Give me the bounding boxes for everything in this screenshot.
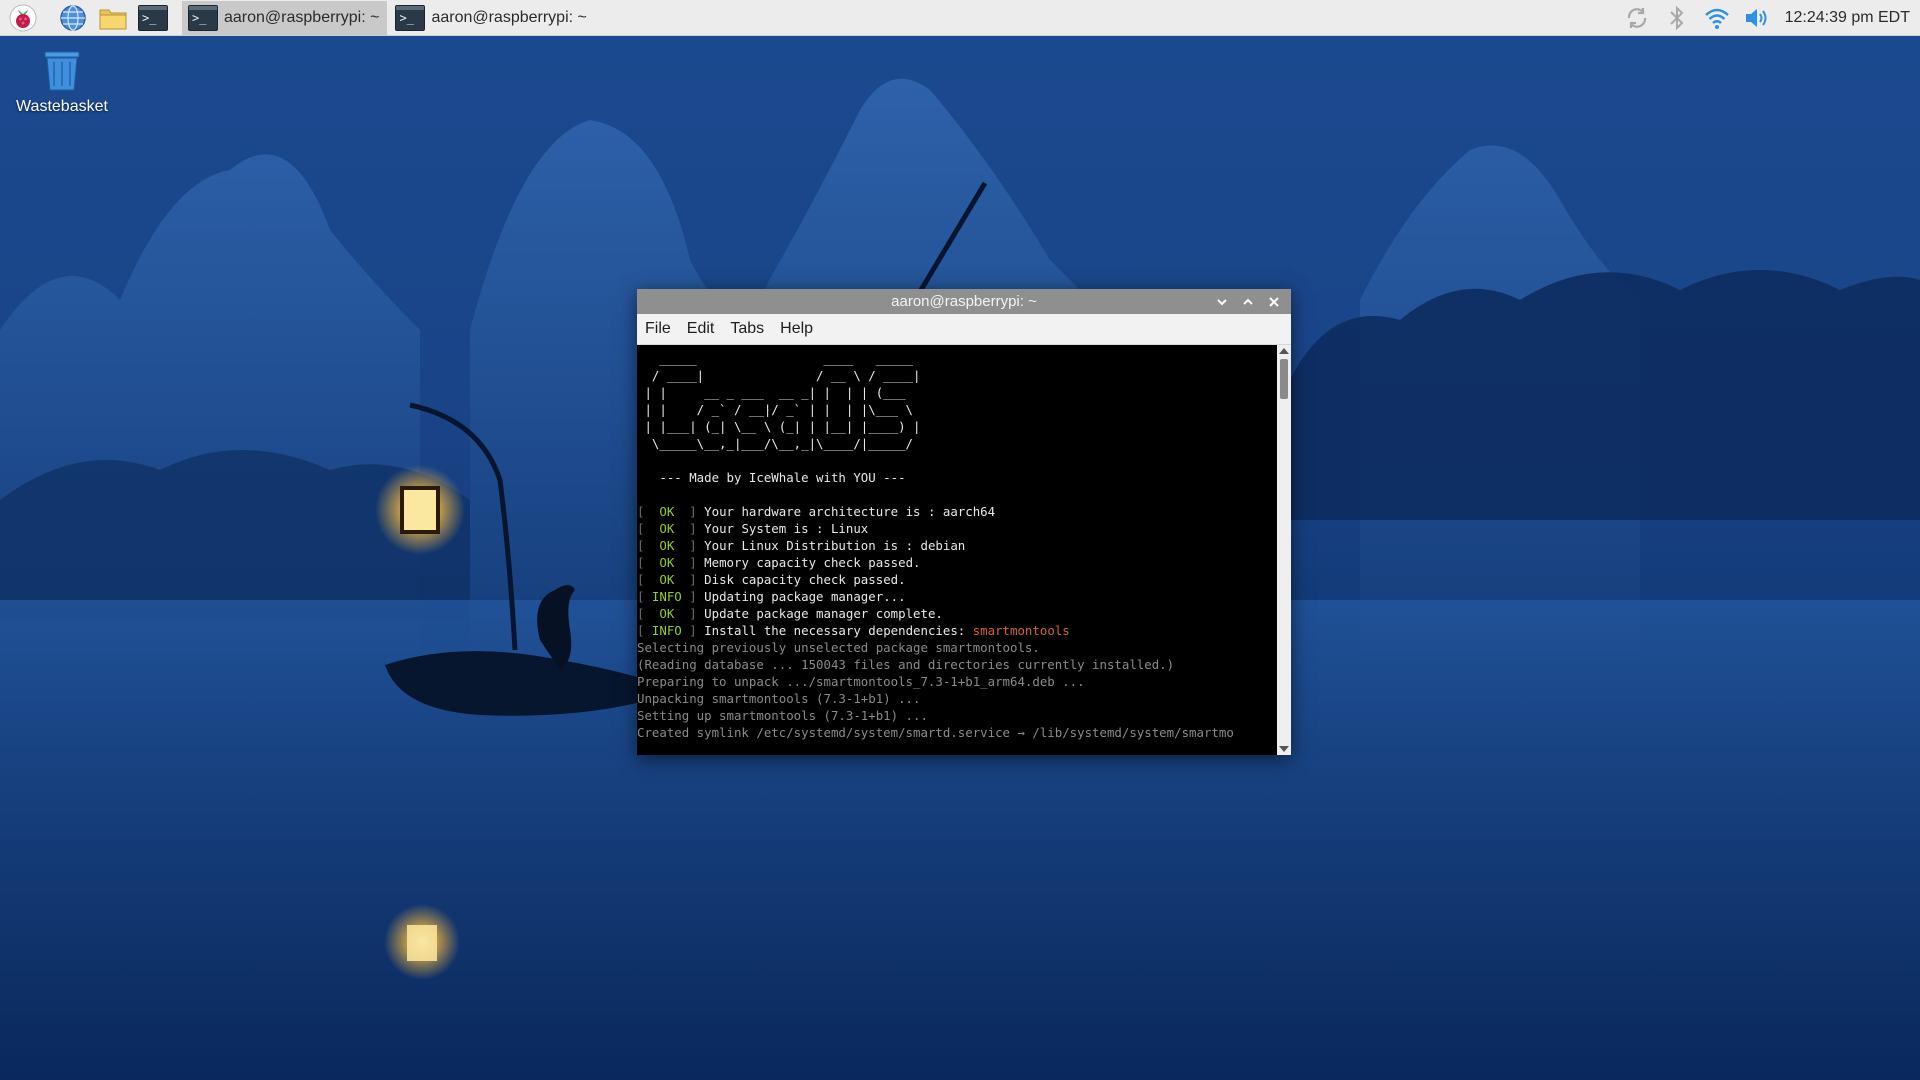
log-lines: Selecting previously unselected package … <box>637 639 1277 741</box>
status-line: [ OK ] Your System is : Linux <box>637 521 869 536</box>
menu-file[interactable]: File <box>645 320 671 338</box>
terminal-icon: >_ <box>138 4 168 31</box>
bluetooth-button[interactable] <box>1657 0 1697 36</box>
window-menubar: File Edit Tabs Help <box>637 314 1291 345</box>
wastebasket-icon <box>44 51 80 91</box>
status-text: Your hardware architecture is : aarch64 <box>704 504 996 519</box>
menu-tabs[interactable]: Tabs <box>730 320 764 338</box>
window-titlebar[interactable]: aaron@raspberrypi: ~ <box>637 289 1291 314</box>
bluetooth-icon <box>1669 5 1684 30</box>
wifi-icon <box>1704 8 1729 29</box>
status-text: Memory capacity check passed. <box>704 555 921 570</box>
close-button[interactable] <box>1261 289 1287 314</box>
updater-icon <box>1627 7 1646 28</box>
volume-button[interactable] <box>1737 0 1777 36</box>
scroll-up-arrow-icon[interactable] <box>1279 348 1289 354</box>
updater-button[interactable] <box>1617 0 1657 36</box>
status-tag: OK <box>644 606 690 621</box>
terminal-output[interactable]: _____ ____ _____ / ____| / __ \ / ____| … <box>637 345 1277 755</box>
scroll-down-arrow-icon[interactable] <box>1279 746 1289 752</box>
status-line: [ INFO ] Install the necessary dependenc… <box>637 623 1070 638</box>
status-text: Your System is : Linux <box>704 521 869 536</box>
status-line: [ OK ] Memory capacity check passed. <box>637 555 921 570</box>
status-tag: INFO <box>644 589 690 604</box>
terminal-window: aaron@raspberrypi: ~ File Edit Tabs Help… <box>637 289 1291 755</box>
log-line: Preparing to unpack .../smartmontools_7.… <box>637 674 1085 689</box>
web-browser-launcher[interactable] <box>56 1 90 35</box>
status-text: Disk capacity check passed. <box>704 572 906 587</box>
wifi-button[interactable] <box>1697 0 1737 36</box>
desktop-icon-label: Wastebasket <box>16 98 108 115</box>
taskbar: >_ >_ aaron@raspberrypi: ~ >_ aaron@rasp… <box>0 0 1920 36</box>
status-text: Install the necessary dependencies: <box>704 623 973 638</box>
menu-edit[interactable]: Edit <box>687 320 715 338</box>
clock[interactable]: 12:24:39 pm EDT <box>1785 9 1910 27</box>
log-line: Selecting previously unselected package … <box>637 640 1040 655</box>
chevron-up-icon <box>1243 298 1253 305</box>
minimize-button[interactable] <box>1209 289 1235 314</box>
log-line: (Reading database ... 150043 files and d… <box>637 657 1175 672</box>
terminal-icon: >_ <box>395 4 426 31</box>
raspberry-menu-button[interactable] <box>6 1 40 35</box>
status-line: [ OK ] Your hardware architecture is : a… <box>637 504 996 519</box>
window-title: aaron@raspberrypi: ~ <box>891 293 1037 310</box>
log-line: Setting up smartmontools (7.3-1+b1) ... <box>637 708 928 723</box>
volume-icon <box>1745 8 1767 27</box>
task-label: aaron@raspberrypi: ~ <box>431 8 587 26</box>
status-tag: OK <box>644 572 690 587</box>
status-highlight: smartmontools <box>972 623 1070 638</box>
status-tag: OK <box>644 538 690 553</box>
taskbar-task-terminal-2[interactable]: >_ aaron@raspberrypi: ~ <box>389 1 594 35</box>
banner-line: | |___| (_| \__ \ (_| | |__| |____) | <box>637 419 921 434</box>
status-line: [ OK ] Disk capacity check passed. <box>637 572 906 587</box>
banner-line: \_____\__,_|___/\__,_|\____/|_____/ <box>637 436 921 451</box>
status-tag: OK <box>644 555 690 570</box>
status-line: [ OK ] Your Linux Distribution is : debi… <box>637 538 966 553</box>
file-manager-launcher[interactable] <box>96 1 130 35</box>
made-by-line: --- Made by IceWhale with YOU --- <box>637 470 906 485</box>
status-text: Update package manager complete. <box>704 606 943 621</box>
menu-help[interactable]: Help <box>780 320 813 338</box>
system-tray: 12:24:39 pm EDT <box>1617 0 1920 36</box>
task-label: aaron@raspberrypi: ~ <box>224 8 380 26</box>
banner-line: | | __ _ ___ __ _| | | | (___ <box>637 385 921 400</box>
scrollbar-thumb[interactable] <box>1280 359 1288 399</box>
status-tag: INFO <box>644 623 690 638</box>
status-line: [ INFO ] Updating package manager... <box>637 589 906 604</box>
maximize-button[interactable] <box>1235 289 1261 314</box>
terminal-icon: >_ <box>188 4 218 31</box>
status-text: Updating package manager... <box>704 589 906 604</box>
desktop-icon-wastebasket[interactable]: Wastebasket <box>10 48 114 116</box>
web-browser-icon <box>60 4 86 31</box>
status-tag: OK <box>644 521 690 536</box>
file-manager-icon <box>99 9 127 29</box>
terminal-scrollbar[interactable] <box>1277 345 1291 755</box>
status-lines: [ OK ] Your hardware architecture is : a… <box>637 503 1277 639</box>
chevron-down-icon <box>1217 298 1227 305</box>
raspberry-menu-icon <box>9 4 37 31</box>
banner-line: | | / _` / __|/ _` | | | |\___ \ <box>637 402 921 417</box>
status-tag: OK <box>644 504 690 519</box>
status-text: Your Linux Distribution is : debian <box>704 538 966 553</box>
log-line: Created symlink /etc/systemd/system/smar… <box>637 725 1234 740</box>
status-line: [ OK ] Update package manager complete. <box>637 606 943 621</box>
log-line: Unpacking smartmontools (7.3-1+b1) ... <box>637 691 921 706</box>
close-icon <box>1269 296 1279 307</box>
taskbar-task-terminal-1[interactable]: >_ aaron@raspberrypi: ~ <box>182 0 388 35</box>
banner-line: _____ ____ _____ <box>637 351 921 366</box>
terminal-launcher[interactable]: >_ <box>136 1 170 35</box>
banner-line: / ____| / __ \ / ____| <box>637 368 921 383</box>
